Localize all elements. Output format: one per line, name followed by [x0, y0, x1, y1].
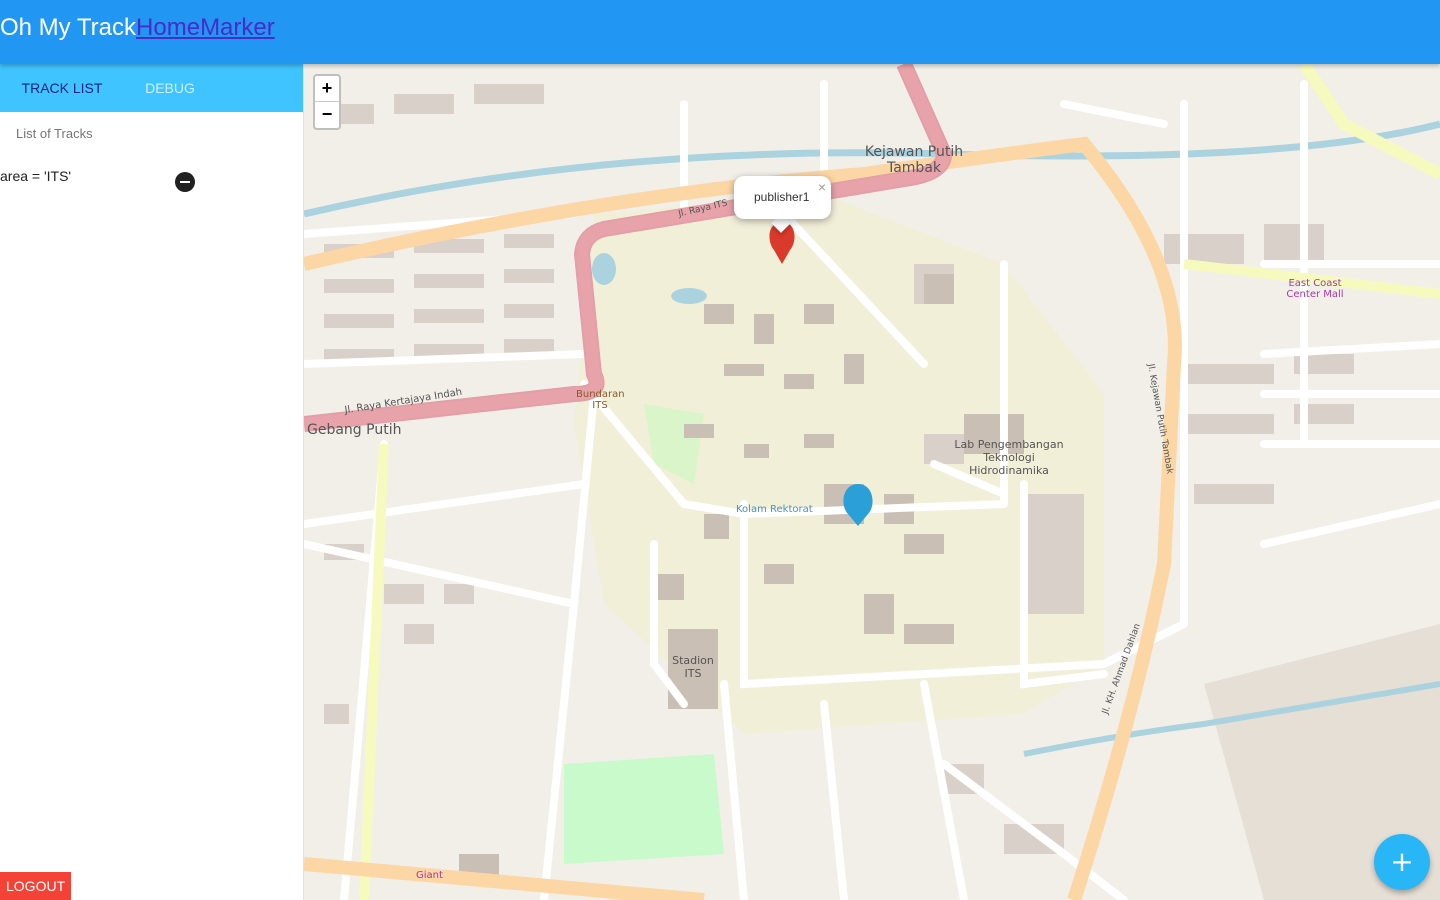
- nav-link-marker[interactable]: Marker: [200, 14, 275, 42]
- map-view[interactable]: + − publisher1 × Kejawan Putih Tambak Ge…: [304, 64, 1440, 900]
- track-label: area = 'ITS': [0, 168, 72, 184]
- map-label-bundaran: Bundaran ITS: [576, 389, 625, 411]
- app-title: Oh My Track: [0, 14, 137, 41]
- map-tiles: [304, 64, 1440, 900]
- map-label-giant: Giant: [416, 870, 443, 881]
- map-label-stadion: Stadion ITS: [672, 654, 714, 680]
- app-bar: Oh My Track Home Marker: [0, 0, 1440, 64]
- map-label-gebang: Gebang Putih: [307, 422, 402, 438]
- nav-link-home[interactable]: Home: [136, 14, 200, 42]
- map-label-eastcoast: East Coast Center Mall: [1286, 278, 1344, 300]
- list-subheader: List of Tracks: [16, 126, 93, 141]
- tab-bar: TRACK LIST DEBUG: [0, 64, 303, 112]
- popup-text: publisher1: [754, 190, 810, 204]
- map-label-lab: Lab Pengembangan Teknologi Hidrodinamika: [954, 438, 1064, 477]
- popup-close-icon[interactable]: ×: [818, 179, 826, 195]
- marker-popup: publisher1 ×: [734, 176, 831, 219]
- logout-button[interactable]: LOGOUT: [0, 872, 72, 900]
- sidebar: TRACK LIST DEBUG List of Tracks area = '…: [0, 64, 304, 900]
- add-button[interactable]: +: [1374, 834, 1430, 890]
- list-item[interactable]: area = 'ITS': [0, 156, 303, 204]
- tab-debug[interactable]: DEBUG: [124, 64, 216, 112]
- zoom-control: + −: [313, 74, 341, 130]
- zoom-in-button[interactable]: +: [315, 76, 339, 102]
- map-label-kolam: Kolam Rektorat: [736, 504, 813, 515]
- map-label-kejawan: Kejawan Putih Tambak: [864, 144, 964, 176]
- tab-track-list[interactable]: TRACK LIST: [0, 64, 124, 112]
- remove-track-icon[interactable]: [175, 172, 195, 192]
- zoom-out-button[interactable]: −: [315, 102, 339, 128]
